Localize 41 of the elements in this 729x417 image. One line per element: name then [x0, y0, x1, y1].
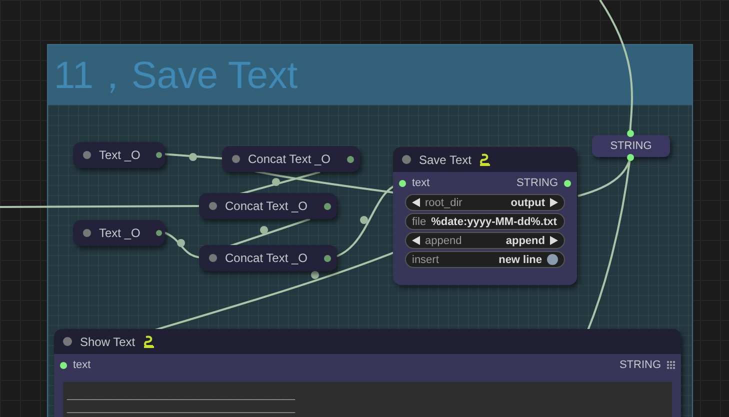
grid-icon [667, 361, 675, 369]
output-dot [324, 202, 330, 210]
show-text-node[interactable]: Show Text text STRING _________________________________________ _________________________________________ [54, 329, 681, 417]
text-node[interactable]: Concat Text _O [199, 193, 337, 219]
text-node[interactable]: Concat Text _O [222, 146, 360, 172]
output-dot [156, 152, 162, 158]
text-output-area[interactable]: _________________________________________ _________________________________________ [63, 382, 672, 417]
collapse-dot [209, 254, 217, 262]
collapse-dot [232, 155, 240, 163]
input-label: text [73, 359, 91, 371]
collapse-dot [63, 337, 72, 346]
input-dot [399, 180, 406, 186]
input-dot [60, 362, 67, 368]
output-label: STRING [619, 359, 661, 371]
text-node[interactable]: Concat Text _O [199, 245, 337, 271]
save-text-node[interactable]: Save Text text STRING root_dir output file %date:yyyy-MM-dd%.txt append append insert new line [393, 147, 577, 285]
toggle-widget[interactable]: insert new line [405, 251, 565, 268]
input-label: text [412, 177, 430, 189]
output-dot [156, 230, 162, 236]
output-dot [324, 254, 330, 262]
text-node[interactable]: Text _O [73, 220, 165, 246]
string-node[interactable]: STRING [592, 135, 670, 157]
collapse-dot [209, 202, 217, 210]
right-arrow-icon[interactable] [550, 236, 558, 245]
text-node[interactable]: Text _O [73, 142, 165, 168]
snake-icon [479, 152, 492, 166]
combo-widget[interactable]: root_dir output [405, 194, 565, 211]
output-label: STRING [516, 177, 558, 189]
collapse-dot [83, 151, 91, 159]
snake-icon [143, 334, 156, 348]
output-dot [564, 180, 571, 186]
text-widget[interactable]: file %date:yyyy-MM-dd%.txt [405, 213, 565, 230]
collapse-dot [83, 229, 91, 237]
group-title: 11，Save Text [54, 54, 298, 98]
left-arrow-icon[interactable] [412, 236, 420, 245]
combo-widget[interactable]: append append [405, 232, 565, 249]
toggle-knob [547, 254, 558, 265]
right-arrow-icon[interactable] [550, 198, 558, 207]
output-dot [346, 156, 354, 162]
left-arrow-icon[interactable] [412, 198, 420, 207]
collapse-dot [402, 155, 411, 164]
